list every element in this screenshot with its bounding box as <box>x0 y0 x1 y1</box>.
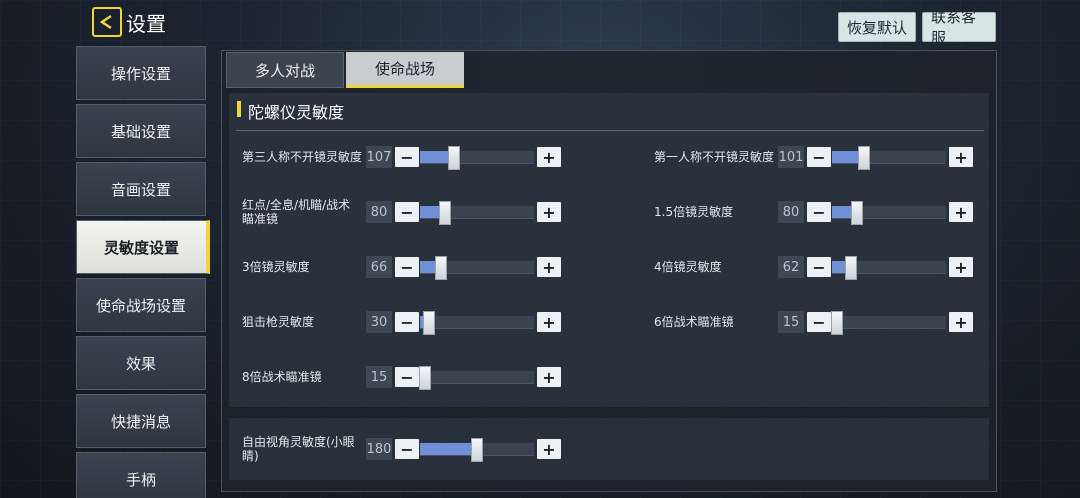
sensitivity-5-slider-thumb[interactable] <box>434 256 447 280</box>
sensitivity-8-increase-button[interactable]: + <box>949 312 973 332</box>
sensitivity-3-increase-button[interactable]: + <box>537 202 561 222</box>
section-accent-bar <box>237 101 241 117</box>
sensitivity-3-value: 80 <box>366 201 392 223</box>
free-look-slider-fill <box>420 443 477 455</box>
sensitivity-5-decrease-button[interactable]: − <box>395 257 419 277</box>
sidebar-item-label: 音画设置 <box>110 180 171 199</box>
sidebar-item-label: 操作设置 <box>110 64 171 83</box>
free-look-label-text: 自由视角灵敏度(小眼睛) <box>242 435 355 463</box>
sensitivity-2-value: 101 <box>778 146 804 168</box>
sensitivity-9-slider-thumb[interactable] <box>418 366 431 390</box>
sidebar-item-label: 灵敏度设置 <box>103 238 179 257</box>
sensitivity-1-label: 第三人称不开镜灵敏度 <box>242 143 362 171</box>
sensitivity-9-decrease-button[interactable]: − <box>395 367 419 387</box>
contact-support-button[interactable]: 联系客服 <box>922 8 996 47</box>
sensitivity-2-increase-button[interactable]: + <box>949 147 973 167</box>
sensitivity-1-value: 107 <box>366 146 392 168</box>
gyro-section <box>229 93 989 407</box>
sidebar-item-effects[interactable]: 效果 <box>76 336 206 390</box>
sensitivity-9-slider-track[interactable] <box>418 366 534 390</box>
sidebar-item-label: 手柄 <box>125 470 156 489</box>
sidebar-item-quick-messages[interactable]: 快捷消息 <box>76 394 206 448</box>
sensitivity-8-decrease-button[interactable]: − <box>807 312 831 332</box>
section-divider <box>236 130 984 131</box>
sidebar-item-battle-royale[interactable]: 使命战场设置 <box>76 278 206 332</box>
sensitivity-6-label: 4倍镜灵敏度 <box>654 253 776 281</box>
sensitivity-5-value: 66 <box>366 256 392 278</box>
sensitivity-9-label: 8倍战术瞄准镜 <box>242 363 362 391</box>
sensitivity-8-slider-thumb[interactable] <box>830 311 843 335</box>
sidebar-item-sensitivity[interactable]: 灵敏度设置 <box>76 220 210 274</box>
restore-default-button[interactable]: 恢复默认 <box>838 12 916 42</box>
header: 设置 恢复默认 联系客服 <box>0 0 1080 47</box>
sensitivity-7-label: 狙击枪灵敏度 <box>242 308 362 336</box>
sidebar-item-label: 基础设置 <box>110 122 171 141</box>
free-look-decrease-button[interactable]: − <box>395 439 419 459</box>
sensitivity-1-increase-button[interactable]: + <box>537 147 561 167</box>
sidebar-item-label: 使命战场设置 <box>95 296 186 315</box>
sensitivity-6-decrease-button[interactable]: − <box>807 257 831 277</box>
sensitivity-9-label-text: 8倍战术瞄准镜 <box>242 370 322 384</box>
free-look-label: 自由视角灵敏度(小眼睛) <box>242 435 362 463</box>
sensitivity-3-slider-thumb[interactable] <box>439 201 452 225</box>
sensitivity-3-decrease-button[interactable]: − <box>395 202 419 222</box>
tab-battle-royale[interactable]: 使命战场 <box>346 52 464 88</box>
sensitivity-4-decrease-button[interactable]: − <box>807 202 831 222</box>
sensitivity-4-label-text: 1.5倍镜灵敏度 <box>654 205 734 219</box>
sensitivity-5-slider-track[interactable] <box>420 256 534 280</box>
sensitivity-2-label-text: 第一人称不开镜灵敏度 <box>654 150 775 164</box>
sensitivity-5-label: 3倍镜灵敏度 <box>242 253 362 281</box>
free-look-increase-button[interactable]: + <box>537 439 561 459</box>
sensitivity-1-decrease-button[interactable]: − <box>395 147 419 167</box>
sensitivity-2-label: 第一人称不开镜灵敏度 <box>654 143 776 171</box>
sensitivity-4-slider-track[interactable] <box>832 201 946 225</box>
sensitivity-7-value: 30 <box>366 311 392 333</box>
sensitivity-8-label: 6倍战术瞄准镜 <box>654 308 776 336</box>
sensitivity-4-increase-button[interactable]: + <box>949 202 973 222</box>
sidebar-item-basic[interactable]: 基础设置 <box>76 104 206 158</box>
sensitivity-4-label: 1.5倍镜灵敏度 <box>654 198 776 226</box>
sensitivity-8-label-text: 6倍战术瞄准镜 <box>654 315 734 329</box>
sensitivity-8-value: 15 <box>778 311 804 333</box>
sensitivity-3-label: 红点/全息/机瞄/战术瞄准镜 <box>242 198 362 226</box>
sensitivity-7-increase-button[interactable]: + <box>537 312 561 332</box>
sensitivity-1-label-text: 第三人称不开镜灵敏度 <box>242 150 363 164</box>
tab-multiplayer[interactable]: 多人对战 <box>226 52 344 88</box>
sensitivity-2-slider-thumb[interactable] <box>857 146 870 170</box>
sensitivity-1-slider-track[interactable] <box>420 146 534 170</box>
section-title: 陀螺仪灵敏度 <box>248 103 345 122</box>
sensitivity-7-label-text: 狙击枪灵敏度 <box>242 315 315 329</box>
back-arrow-icon <box>99 14 112 30</box>
sensitivity-6-label-text: 4倍镜灵敏度 <box>654 260 722 274</box>
sensitivity-6-slider-track[interactable] <box>832 256 946 280</box>
sensitivity-7-decrease-button[interactable]: − <box>395 312 419 332</box>
sensitivity-3-label-text: 红点/全息/机瞄/战术瞄准镜 <box>242 198 351 226</box>
sensitivity-7-slider-track[interactable] <box>420 311 534 335</box>
sidebar-item-controller[interactable]: 手柄 <box>76 452 206 498</box>
free-look-slider-thumb[interactable] <box>471 438 483 462</box>
free-look-value: 180 <box>366 438 392 460</box>
sensitivity-8-slider-track[interactable] <box>830 311 946 335</box>
sensitivity-4-slider-thumb[interactable] <box>851 201 864 225</box>
sensitivity-2-slider-track[interactable] <box>832 146 946 170</box>
sensitivity-5-increase-button[interactable]: + <box>537 257 561 277</box>
sensitivity-5-label-text: 3倍镜灵敏度 <box>242 260 310 274</box>
sensitivity-6-increase-button[interactable]: + <box>949 257 973 277</box>
free-look-slider-track[interactable] <box>420 438 534 462</box>
sensitivity-9-increase-button[interactable]: + <box>537 367 561 387</box>
sidebar-item-label: 效果 <box>125 354 156 373</box>
back-button[interactable] <box>92 7 122 37</box>
sensitivity-3-slider-track[interactable] <box>420 201 534 225</box>
sensitivity-2-decrease-button[interactable]: − <box>807 147 831 167</box>
sensitivity-4-value: 80 <box>778 201 804 223</box>
sensitivity-6-value: 62 <box>778 256 804 278</box>
sidebar-item-controls[interactable]: 操作设置 <box>76 46 206 100</box>
page-title: 设置 <box>126 12 166 36</box>
sidebar-item-label: 快捷消息 <box>110 412 171 431</box>
sensitivity-7-slider-thumb[interactable] <box>423 311 436 335</box>
sensitivity-6-slider-thumb[interactable] <box>845 256 858 280</box>
sensitivity-9-value: 15 <box>366 366 392 388</box>
sensitivity-1-slider-thumb[interactable] <box>448 146 461 170</box>
sidebar-item-audio-video[interactable]: 音画设置 <box>76 162 206 216</box>
